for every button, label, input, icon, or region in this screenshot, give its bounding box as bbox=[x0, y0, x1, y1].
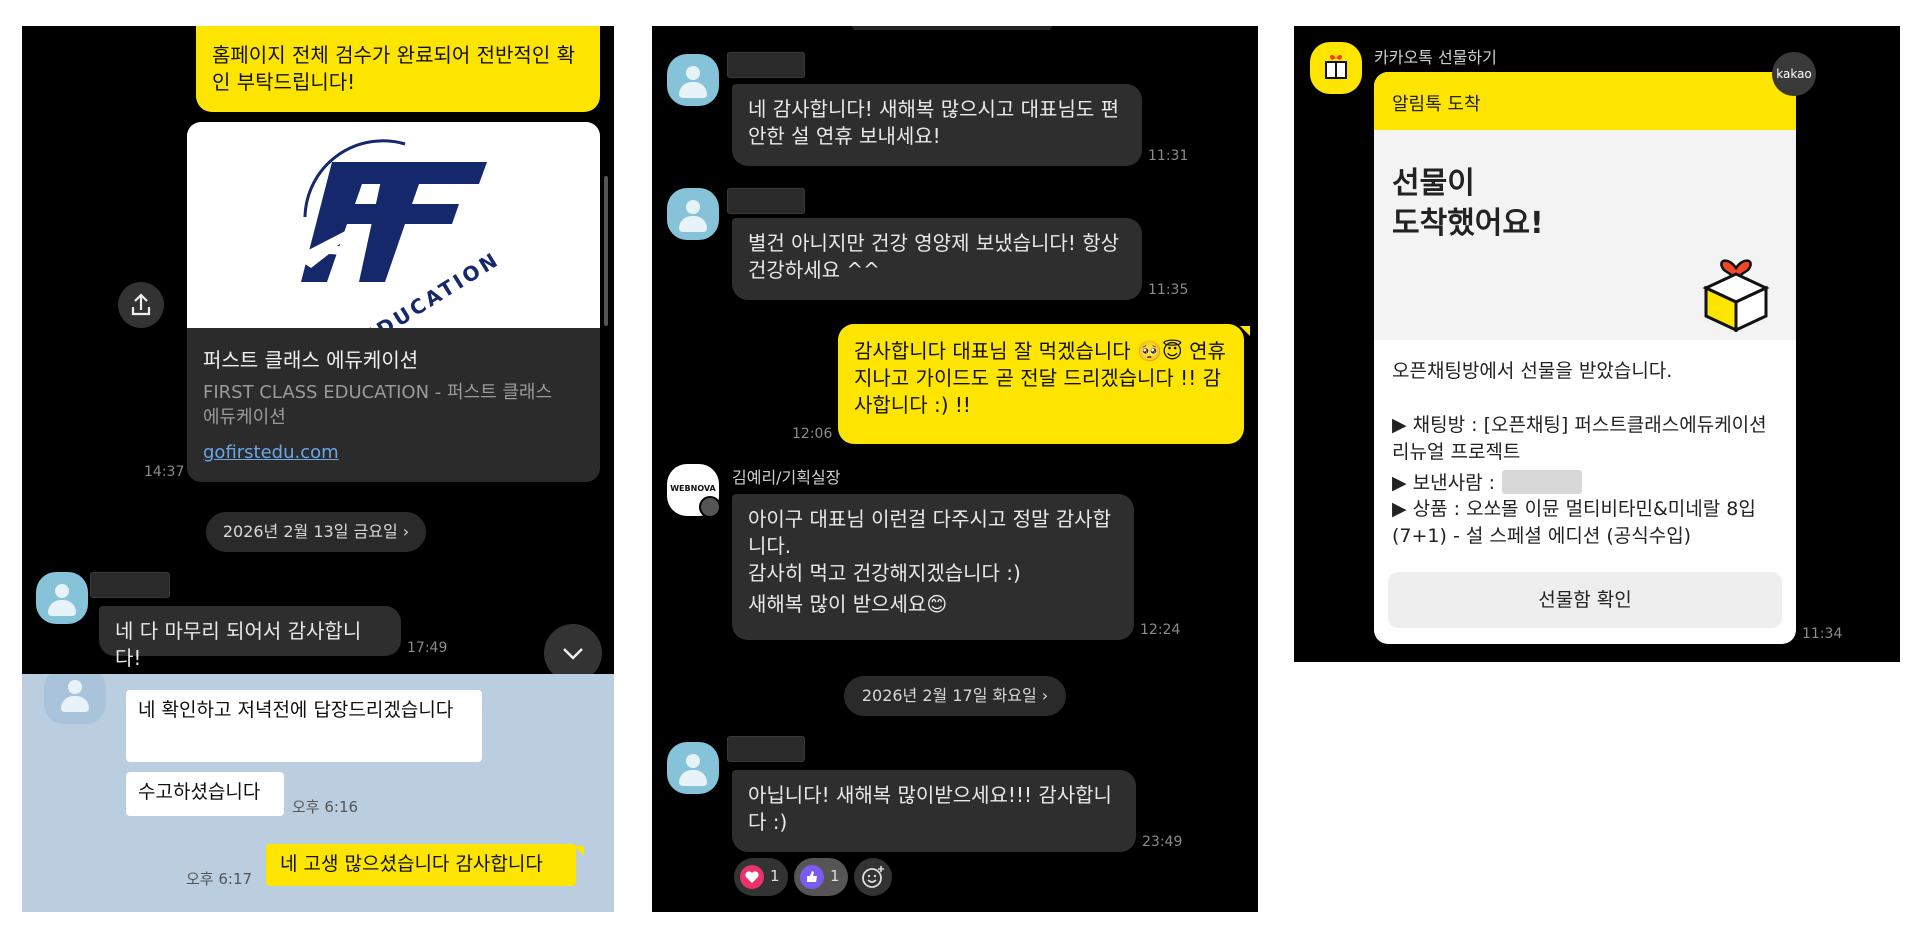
sender-name-redacted bbox=[727, 188, 805, 214]
link-preview-card[interactable]: EDUCATION 퍼스트 클래스 에듀케이션 FIRST CLASS EDUC… bbox=[187, 122, 600, 482]
gift-room: ▶ 채팅방 : [오픈채팅] 퍼스트클래스에듀케이션 리뉴얼 프로젝트 bbox=[1392, 414, 1767, 463]
openchat-badge bbox=[699, 496, 721, 518]
gift-sender-name: 카카오톡 선물하기 bbox=[1374, 48, 1497, 67]
card-header-text: 알림톡 도착 bbox=[1392, 94, 1481, 115]
message-text: 감사합니다 대표님 잘 먹겠습니다 🥺😇 연휴 지나고 가이드도 곧 전달 드리… bbox=[854, 339, 1226, 417]
message-time: 11:31 bbox=[1148, 148, 1189, 164]
sender-name-redacted bbox=[727, 52, 805, 78]
sent-message[interactable]: 감사합니다 대표님 잘 먹겠습니다 🥺😇 연휴 지나고 가이드도 곧 전달 드리… bbox=[838, 324, 1244, 444]
message-text: 네 확인하고 저녁전에 답장드리겠습니다 bbox=[138, 699, 454, 721]
message-time: 11:34 bbox=[1802, 626, 1843, 642]
received-message[interactable]: 아닙니다! 새해복 많이받으세요!!! 감사합니다 :) bbox=[732, 770, 1136, 852]
link-title: 퍼스트 클래스 에듀케이션 bbox=[203, 348, 419, 372]
received-message[interactable]: 별건 아니지만 건강 영양제 보냈습니다! 항상 건강하세요 ^^ bbox=[732, 218, 1142, 300]
message-time: 오후 6:17 bbox=[186, 870, 253, 888]
gift-card[interactable]: 알림톡 도착 선물이 도착했어요! 오픈채팅방에서 선물을 받았습니다. ▶ 채… bbox=[1374, 72, 1796, 644]
message-time: 17:49 bbox=[407, 640, 448, 656]
hero-title-1: 선물이 bbox=[1392, 166, 1475, 201]
chat-panel-3: 카카오톡 선물하기 알림톡 도착 선물이 도착했어요! 오픈채팅방에서 선물을 … bbox=[1294, 26, 1900, 662]
avatar[interactable] bbox=[36, 572, 88, 624]
gift-box-icon bbox=[1702, 259, 1770, 332]
avatar[interactable] bbox=[667, 54, 719, 106]
gift-sender-avatar[interactable] bbox=[1310, 42, 1362, 94]
message-time: 12:06 bbox=[792, 426, 833, 442]
message-text: 감사히 먹고 건강해지겠습니다 :) bbox=[748, 561, 1021, 585]
message-text: 네 고생 많으셨습니다 감사합니다 bbox=[280, 853, 543, 875]
hero-title-2: 도착했어요! bbox=[1392, 206, 1544, 241]
received-message[interactable]: 수고하셨습니다 bbox=[126, 772, 284, 816]
scroll-down-button[interactable] bbox=[544, 624, 602, 674]
first-class-logo: EDUCATION bbox=[295, 139, 504, 350]
button-label: 선물함 확인 bbox=[1538, 589, 1632, 611]
reaction-like[interactable]: 1 bbox=[794, 858, 848, 896]
sender-name: 김예리/기획실장 bbox=[732, 468, 841, 487]
avatar[interactable] bbox=[667, 188, 719, 240]
message-text: 아닙니다! 새해복 많이받으세요!!! 감사합니다 :) bbox=[748, 783, 1112, 834]
scrollbar[interactable] bbox=[604, 176, 608, 326]
received-message[interactable]: 네 감사합니다! 새해복 많으시고 대표님도 편안한 설 연휴 보내세요! bbox=[732, 84, 1142, 166]
kakao-badge-text: kakao bbox=[1776, 67, 1812, 81]
add-reaction-button[interactable] bbox=[854, 858, 892, 896]
message-text: 아이구 대표님 이런걸 다주시고 정말 감사합니다. bbox=[748, 507, 1111, 558]
received-message[interactable]: 네 확인하고 저녁전에 답장드리겠습니다 bbox=[126, 690, 482, 762]
message-text: 별건 아니지만 건강 영양제 보냈습니다! 항상 건강하세요 ^^ bbox=[748, 231, 1120, 282]
link-url[interactable]: gofirstedu.com bbox=[203, 442, 339, 463]
chat-panel-2: 네 감사합니다! 새해복 많으시고 대표님도 편안한 설 연휴 보내세요! 11… bbox=[652, 26, 1258, 912]
gift-box-icon bbox=[1325, 54, 1347, 79]
message-text: 수고하셨습니다 bbox=[138, 781, 261, 803]
message-text: 네 감사합니다! 새해복 많으시고 대표님도 편안한 설 연휴 보내세요! bbox=[748, 97, 1120, 148]
received-message[interactable]: 네 다 마무리 되어서 감사합니다! bbox=[99, 606, 401, 670]
link-time: 14:37 bbox=[144, 464, 185, 480]
avatar[interactable] bbox=[667, 742, 719, 794]
message-text: 새해복 많이 받으세요😊 bbox=[748, 592, 948, 616]
card-header: 알림톡 도착 bbox=[1374, 72, 1796, 130]
gift-sender-label: ▶ 보낸사람 : bbox=[1392, 472, 1496, 494]
avatar[interactable] bbox=[44, 674, 106, 724]
message-time: 12:24 bbox=[1140, 622, 1181, 638]
kakao-badge: kakao bbox=[1772, 52, 1816, 96]
sender-name-redacted bbox=[90, 572, 170, 598]
gift-product: ▶ 상품 : 오쏘몰 이뮨 멀티비타민&미네랄 8입(7+1) - 설 스페셜 … bbox=[1392, 498, 1756, 547]
received-message[interactable]: 아이구 대표님 이런걸 다주시고 정말 감사합니다. 감사히 먹고 건강해지겠습… bbox=[732, 494, 1134, 640]
link-description: FIRST CLASS EDUCATION - 퍼스트 클래스 에듀케이션 bbox=[203, 382, 553, 428]
gift-box-button[interactable]: 선물함 확인 bbox=[1388, 572, 1782, 628]
date-divider[interactable]: 2026년 2월 13일 금요일 › bbox=[206, 512, 426, 552]
reaction-heart[interactable]: 1 bbox=[734, 858, 788, 896]
link-preview-image: EDUCATION bbox=[187, 122, 600, 350]
chevron-down-icon bbox=[563, 648, 583, 660]
reaction-count: 1 bbox=[770, 867, 780, 885]
message-time: 오후 6:16 bbox=[292, 798, 359, 816]
sender-name-redacted bbox=[727, 736, 805, 762]
share-button[interactable] bbox=[118, 282, 164, 328]
date-divider[interactable]: 2026년 2월 17일 화요일 › bbox=[844, 676, 1066, 716]
gift-intro: 오픈채팅방에서 선물을 받았습니다. bbox=[1392, 360, 1673, 382]
card-hero: 선물이 도착했어요! bbox=[1374, 130, 1796, 340]
chat-panel-1-light: 네 확인하고 저녁전에 답장드리겠습니다 수고하셨습니다 오후 6:16 네 고… bbox=[22, 674, 614, 912]
add-reaction-icon bbox=[862, 866, 884, 888]
message-text: 네 다 마무리 되어서 감사합니다! bbox=[115, 619, 362, 670]
message-text: 홈페이지 전체 검수가 완료되어 전반적인 확인 부탁드립니다! bbox=[212, 43, 575, 94]
webnova-logo: WEBNOVA bbox=[670, 484, 716, 493]
share-icon bbox=[131, 293, 151, 316]
reaction-count: 1 bbox=[830, 867, 840, 885]
scroll-edge bbox=[852, 26, 1052, 30]
gift-sender-redacted bbox=[1502, 470, 1582, 494]
message-time: 11:35 bbox=[1148, 282, 1189, 298]
thumbs-up-icon bbox=[807, 871, 817, 882]
heart-icon bbox=[745, 871, 759, 883]
chat-panel-1: 홈페이지 전체 검수가 완료되어 전반적인 확인 부탁드립니다! EDUCATI… bbox=[22, 26, 614, 674]
message-time: 23:49 bbox=[1142, 834, 1183, 850]
sent-message[interactable]: 홈페이지 전체 검수가 완료되어 전반적인 확인 부탁드립니다! bbox=[196, 26, 600, 112]
sent-message[interactable]: 네 고생 많으셨습니다 감사합니다 bbox=[266, 844, 576, 886]
